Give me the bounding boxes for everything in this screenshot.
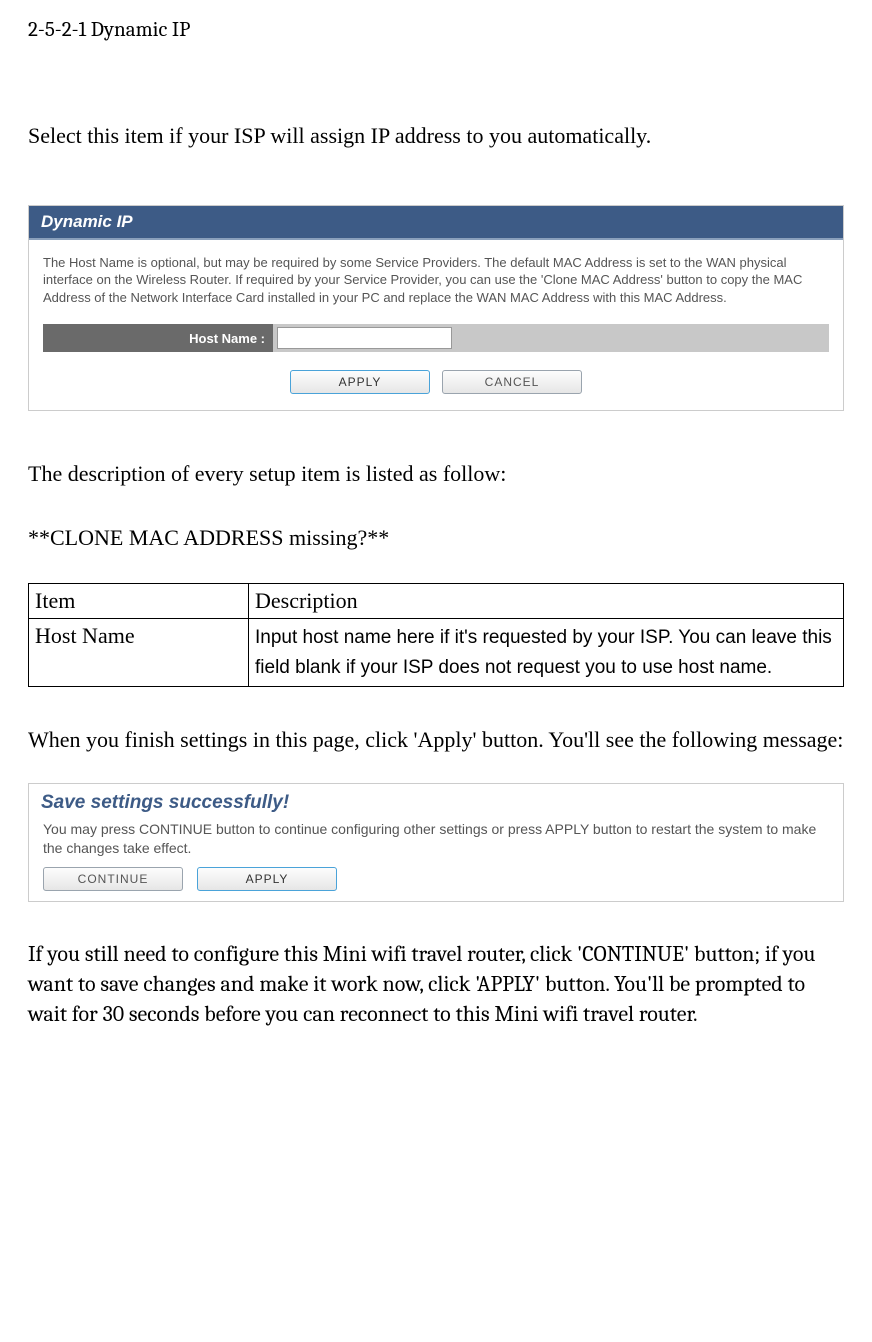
save-settings-panel: Save settings successfully! You may pres…: [28, 783, 844, 903]
save-apply-button[interactable]: APPLY: [197, 867, 337, 891]
section-heading: 2-5-2-1 Dynamic IP: [28, 18, 844, 42]
panel-title: Dynamic IP: [29, 206, 843, 240]
save-panel-description: You may press CONTINUE button to continu…: [29, 818, 843, 868]
dynamic-ip-panel: Dynamic IP The Host Name is optional, bu…: [28, 205, 844, 412]
continue-button[interactable]: CONTINUE: [43, 867, 183, 891]
cancel-button[interactable]: CANCEL: [442, 370, 582, 394]
hostname-row: Host Name :: [43, 324, 829, 352]
form-band: Host Name :: [43, 324, 829, 352]
table-cell-item: Host Name: [29, 619, 249, 687]
table-cell-desc: Input host name here if it's requested b…: [249, 619, 844, 687]
panel-button-row: APPLY CANCEL: [29, 370, 843, 410]
after-apply-text: When you finish settings in this page, c…: [28, 725, 844, 755]
description-follows-text: The description of every setup item is l…: [28, 461, 844, 487]
save-panel-title: Save settings successfully!: [29, 784, 843, 818]
intro-text: Select this item if your ISP will assign…: [28, 122, 844, 150]
save-button-row: CONTINUE APPLY: [29, 867, 843, 891]
table-header-item: Item: [29, 584, 249, 619]
hostname-label: Host Name :: [43, 324, 273, 352]
hostname-input[interactable]: [277, 327, 452, 349]
closing-paragraph: If you still need to configure this Mini…: [28, 940, 844, 1029]
table-header-desc: Description: [249, 584, 844, 619]
hostname-input-cell: [273, 324, 829, 352]
clone-mac-missing-note: **CLONE MAC ADDRESS missing?**: [28, 525, 844, 551]
panel-description: The Host Name is optional, but may be re…: [29, 240, 843, 325]
table-row: Host Name Input host name here if it's r…: [29, 619, 844, 687]
item-description-table: Item Description Host Name Input host na…: [28, 583, 844, 687]
apply-button[interactable]: APPLY: [290, 370, 430, 394]
